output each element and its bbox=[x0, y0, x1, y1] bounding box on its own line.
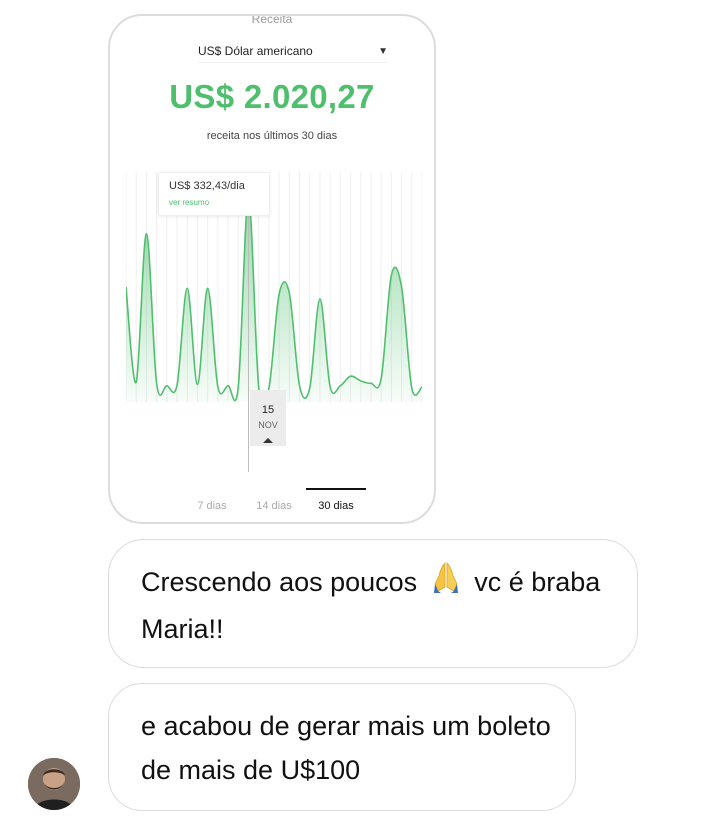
caret-down-icon: ▼ bbox=[378, 45, 388, 57]
tab-14-days[interactable]: 14 dias bbox=[242, 500, 306, 512]
active-tab-indicator bbox=[306, 488, 366, 490]
message-text: Crescendo aos poucos bbox=[141, 567, 418, 597]
revenue-screenshot-card: Receita US$ Dólar americano ▼ US$ 2.020,… bbox=[108, 14, 436, 524]
revenue-area bbox=[126, 196, 422, 406]
chart-tooltip: US$ 332,43/dia ver resumo bbox=[158, 172, 270, 216]
selected-date-marker[interactable]: 15 NOV bbox=[250, 390, 286, 446]
tooltip-value: US$ 332,43/dia bbox=[169, 180, 245, 192]
revenue-subtitle: receita nos últimos 30 dias bbox=[206, 130, 338, 142]
currency-select[interactable]: US$ Dólar americano ▼ bbox=[198, 40, 388, 63]
selected-day: 15 bbox=[261, 404, 275, 416]
message-text: e acabou de gerar mais um boleto de mais… bbox=[141, 711, 551, 785]
praying-hands-icon bbox=[429, 560, 463, 607]
tab-30-days[interactable]: 30 dias bbox=[306, 500, 366, 512]
message-bubble: Crescendo aos poucos vc é braba Maria!! bbox=[108, 539, 638, 668]
selected-month: NOV bbox=[258, 420, 278, 430]
view-summary-link[interactable]: ver resumo bbox=[169, 198, 209, 207]
period-tabs: 7 dias 14 dias 30 dias bbox=[182, 488, 366, 516]
tab-7-days[interactable]: 7 dias bbox=[182, 500, 242, 512]
message-bubble: e acabou de gerar mais um boleto de mais… bbox=[108, 683, 576, 811]
currency-select-value: US$ Dólar americano bbox=[198, 44, 313, 58]
revenue-amount: US$ 2.020,27 bbox=[169, 78, 375, 115]
revenue-label: Receita bbox=[251, 14, 293, 26]
triangle-up-icon bbox=[263, 438, 273, 443]
profile-avatar[interactable] bbox=[28, 758, 80, 810]
